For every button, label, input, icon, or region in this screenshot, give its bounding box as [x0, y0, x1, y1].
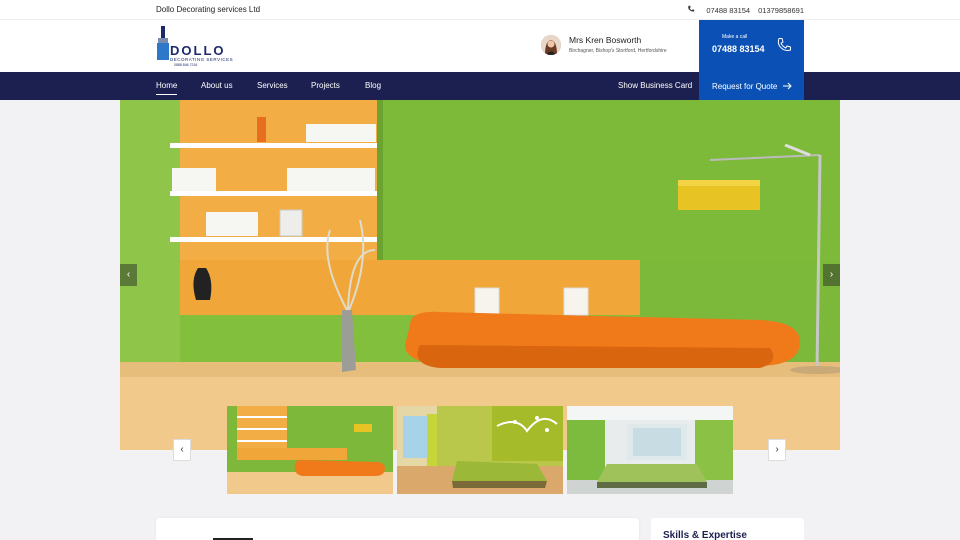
logo-word: DOLLO — [170, 43, 226, 58]
paintbrush-icon — [157, 26, 169, 60]
hero-next-arrow[interactable]: › — [823, 264, 840, 286]
avatar — [541, 35, 561, 55]
nav-home[interactable]: Home — [156, 81, 178, 95]
main-nav: Home About us Services Projects Blog Sho… — [0, 72, 960, 100]
nav-projects[interactable]: Projects — [311, 81, 340, 90]
arrow-right-icon — [783, 82, 792, 90]
thumbnail-image — [227, 406, 393, 494]
call-number: 07488 83154 — [712, 44, 765, 54]
quote-label: Request for Quote — [712, 82, 778, 91]
phone-icon — [777, 38, 791, 51]
contact-person: Mrs Kren Bosworth Birchagner, Bishop's S… — [541, 35, 696, 61]
phone-icon — [687, 5, 698, 15]
request-quote-button[interactable]: Request for Quote — [699, 72, 804, 100]
site-logo[interactable]: DOLLO DECORATING SERVICES 0888 846 7216 — [156, 24, 236, 68]
thumbnail-3[interactable] — [567, 406, 733, 494]
nav-about[interactable]: About us — [201, 81, 233, 90]
thumbs-prev-arrow[interactable]: ‹ — [173, 439, 191, 461]
logo-number: 0888 846 7216 — [174, 63, 198, 67]
top-phones: 07488 83154 01379858691 — [687, 5, 804, 15]
thumbnail-2[interactable] — [397, 406, 563, 494]
company-name: Dollo Decorating services Ltd — [156, 5, 261, 14]
thumbnail-image — [397, 406, 563, 494]
show-business-card-link[interactable]: Show Business Card — [618, 81, 692, 90]
logo-subtitle: DECORATING SERVICES — [170, 57, 234, 62]
make-call-button[interactable]: Make a call 07488 83154 — [699, 20, 804, 72]
intro-card — [156, 518, 639, 540]
top-bar: Dollo Decorating services Ltd 07488 8315… — [0, 0, 960, 20]
skills-title: Skills & Expertise — [663, 530, 747, 540]
phone-landline[interactable]: 01379858691 — [758, 6, 804, 15]
site-header: DOLLO DECORATING SERVICES 0888 846 7216 … — [0, 20, 960, 72]
nav-services[interactable]: Services — [257, 81, 288, 90]
thumbs-next-arrow[interactable]: › — [768, 439, 786, 461]
contact-name: Mrs Kren Bosworth — [569, 35, 642, 45]
nav-blog[interactable]: Blog — [365, 81, 381, 90]
thumbnail-1[interactable] — [227, 406, 393, 494]
hero-image — [120, 100, 840, 450]
phone-mobile[interactable]: 07488 83154 — [706, 6, 750, 15]
skills-card: Skills & Expertise — [651, 518, 804, 540]
call-label: Make a call — [722, 34, 748, 40]
contact-address: Birchagner, Bishop's Stortford, Hertford… — [569, 48, 667, 54]
thumbnail-image — [567, 406, 733, 494]
hero-slider: ‹ › — [120, 100, 840, 450]
hero-prev-arrow[interactable]: ‹ — [120, 264, 137, 286]
